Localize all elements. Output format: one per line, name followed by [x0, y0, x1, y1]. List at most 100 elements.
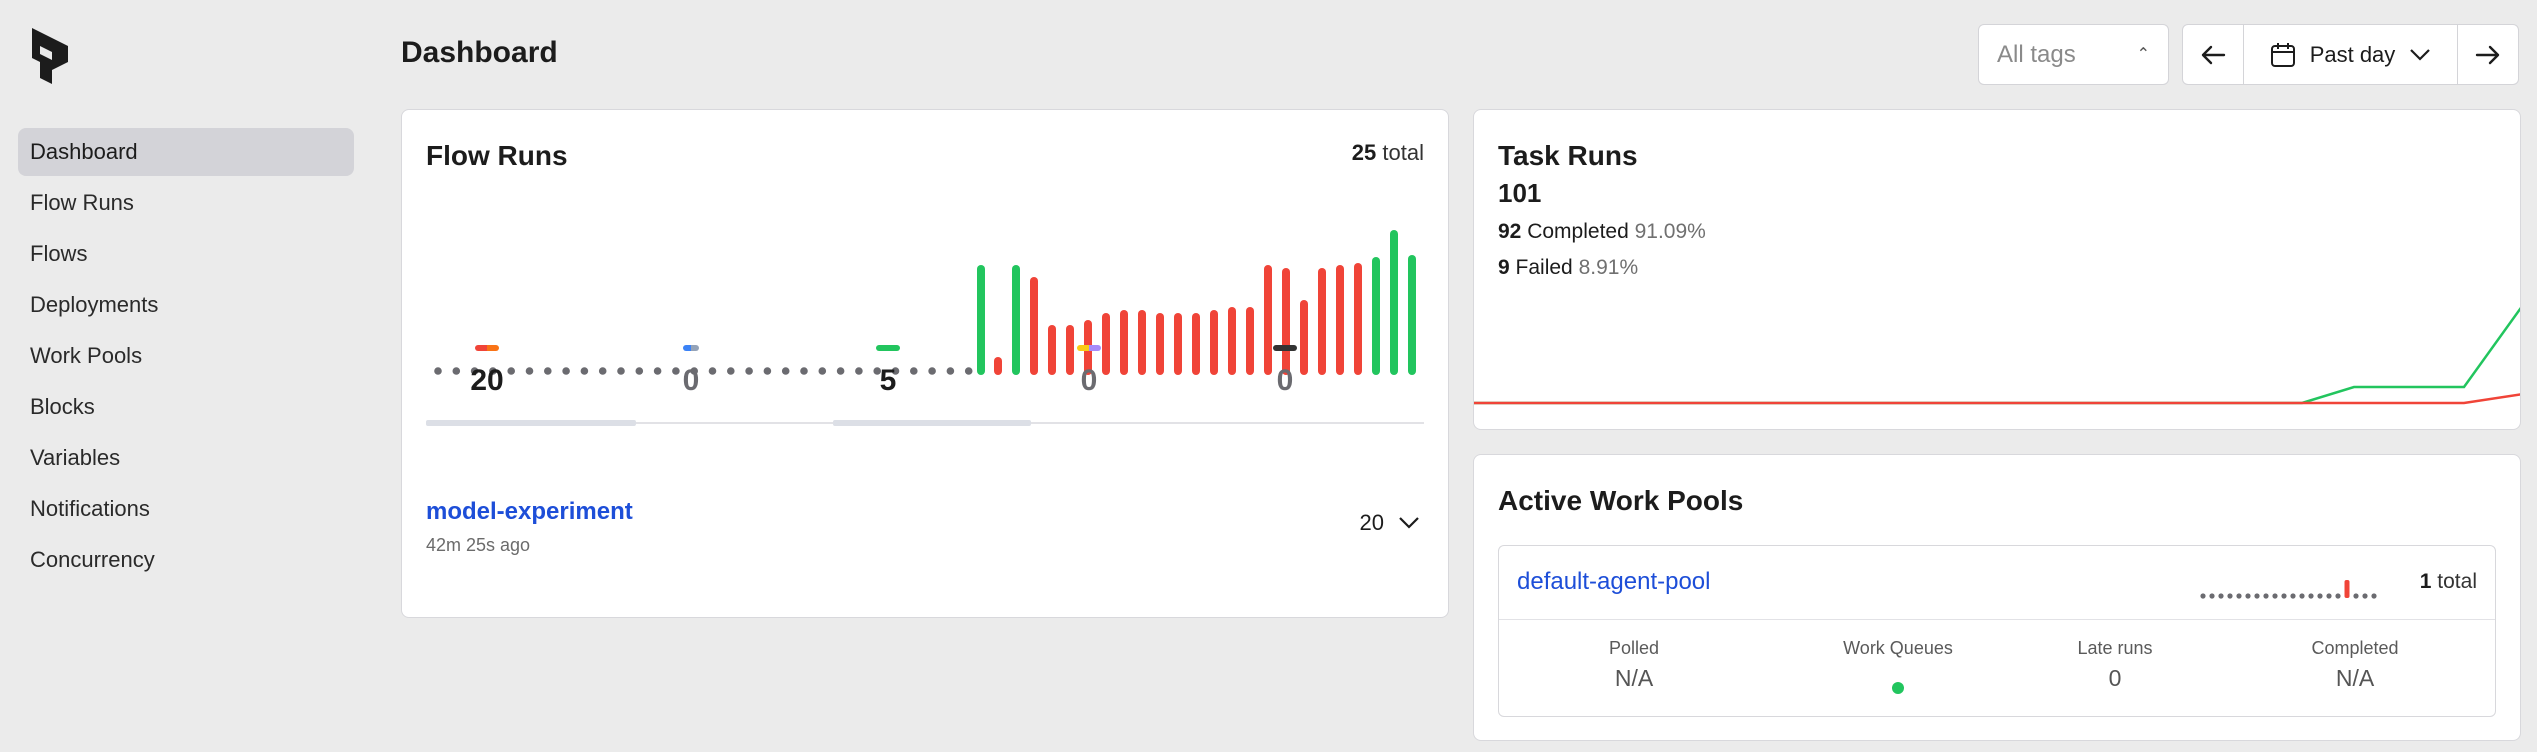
- task-runs-total: 101: [1498, 178, 1542, 208]
- completed-run-bar[interactable]: [1012, 265, 1020, 375]
- chevron-down-icon: [1399, 517, 1419, 529]
- stat-scheduled[interactable]: 0: [1049, 338, 1129, 398]
- empty-bucket-dot: [745, 367, 753, 375]
- stat-tab-indicator-failed: [426, 420, 636, 426]
- empty-bucket-dot: [818, 367, 827, 375]
- empty-bucket-dot: [781, 367, 790, 375]
- empty-bucket-dot: [544, 367, 552, 375]
- empty-bucket-dot: [2218, 593, 2224, 599]
- work-pool-total-label: total: [2437, 570, 2477, 593]
- completed-run-bar[interactable]: [1408, 255, 1416, 375]
- work-pools-title: Active Work Pools: [1498, 485, 1744, 516]
- page-title: Dashboard: [401, 36, 558, 69]
- failed-run-bar[interactable]: [1336, 265, 1344, 375]
- next-range-button[interactable]: [2458, 25, 2518, 84]
- empty-bucket-dot: [2299, 593, 2305, 599]
- empty-bucket-dot: [964, 367, 973, 375]
- date-range-select[interactable]: Past day: [2243, 25, 2458, 84]
- failed-run-bar[interactable]: [1174, 313, 1182, 375]
- stat-completed[interactable]: 5: [848, 338, 928, 398]
- completed-run-bar[interactable]: [977, 265, 985, 375]
- completed-percent: 91.09%: [1634, 220, 1706, 243]
- empty-bucket-dot: [2227, 593, 2233, 599]
- work-pool-sparkline: [2200, 580, 2377, 599]
- empty-bucket-dot: [2209, 593, 2215, 599]
- completed-run-bar[interactable]: [1390, 230, 1398, 375]
- empty-bucket-dot: [836, 367, 845, 375]
- failed-percent: 8.91%: [1578, 256, 1639, 279]
- pool-stat-polled-value: N/A: [1614, 665, 1654, 691]
- completed-count: 92: [1498, 220, 1522, 243]
- empty-bucket-dot: [2371, 593, 2377, 599]
- sidebar-item-blocks[interactable]: Blocks: [18, 383, 354, 431]
- stat-failed-pill: [475, 345, 499, 351]
- failed-series-line: [1474, 393, 2520, 405]
- late-run-bar: [2344, 580, 2350, 598]
- sidebar-item-variables[interactable]: Variables: [18, 434, 354, 482]
- chevron-down-icon: [2410, 48, 2431, 61]
- pool-stat-polled-label: Polled: [1608, 638, 1660, 658]
- failed-run-bar[interactable]: [1192, 313, 1200, 375]
- empty-bucket-dot: [946, 367, 955, 375]
- failed-run-bar[interactable]: [1156, 313, 1164, 375]
- pool-stat-work-queues-label: Work Queues: [1843, 638, 1953, 658]
- tags-select[interactable]: All tags ⌃: [1978, 24, 2169, 85]
- completed-label: Completed: [1527, 220, 1629, 243]
- empty-bucket-dot: [562, 367, 570, 375]
- arrow-left-icon: [2201, 45, 2226, 64]
- stat-scheduled-pill: [1077, 345, 1101, 351]
- previous-range-button[interactable]: [2183, 25, 2243, 84]
- work-pools-card: Active Work Pools default-agent-pool 1 t…: [1473, 454, 2521, 741]
- stat-failed[interactable]: 20: [447, 338, 527, 398]
- completed-run-bar[interactable]: [1372, 257, 1380, 375]
- pool-stat-late-runs-value: 0: [2108, 665, 2122, 691]
- sidebar-item-notifications[interactable]: Notifications: [18, 485, 354, 533]
- sidebar-item-concurrency[interactable]: Concurrency: [18, 536, 354, 584]
- empty-bucket-dot: [2353, 593, 2359, 599]
- failed-run-bar[interactable]: [1138, 310, 1146, 375]
- sidebar-item-flow-runs[interactable]: Flow Runs: [18, 179, 354, 227]
- task-runs-card: Task Runs 101 92 Completed 91.09% 9 Fail…: [1473, 109, 2521, 430]
- work-pool-link[interactable]: default-agent-pool: [1517, 568, 1710, 596]
- pool-stat-polled: Polled N/A: [1534, 638, 1734, 692]
- task-runs-failed: 9 Failed 8.91%: [1498, 256, 1638, 280]
- flow-runs-total-count: 25: [1351, 140, 1377, 165]
- stat-running[interactable]: 0: [651, 338, 731, 398]
- flow-run-count: 20: [1359, 510, 1384, 535]
- failed-run-bar[interactable]: [1210, 310, 1218, 375]
- failed-run-bar[interactable]: [1030, 277, 1038, 375]
- empty-bucket-dot: [2290, 593, 2296, 599]
- work-pool-total: 1 total: [2420, 570, 2477, 594]
- sidebar-item-dashboard[interactable]: Dashboard: [18, 128, 354, 176]
- arrow-right-icon: [2475, 45, 2500, 64]
- stat-cancelled[interactable]: 0: [1245, 338, 1325, 398]
- stat-running-count: 0: [682, 364, 700, 397]
- flow-runs-total: 25 total: [1352, 140, 1424, 166]
- pool-stat-completed: Completed N/A: [2255, 638, 2455, 692]
- flow-link-model-experiment[interactable]: model-experiment: [426, 498, 633, 526]
- empty-bucket-dot: [2272, 593, 2278, 599]
- empty-bucket-dot: [928, 367, 936, 375]
- sidebar-item-deployments[interactable]: Deployments: [18, 281, 354, 329]
- empty-bucket-dot: [635, 367, 644, 375]
- sidebar-item-work-pools[interactable]: Work Pools: [18, 332, 354, 380]
- empty-bucket-dot: [434, 367, 442, 375]
- empty-bucket-dot: [580, 367, 589, 375]
- prefect-logo: [32, 28, 68, 84]
- sidebar-nav: Dashboard Flow Runs Flows Deployments Wo…: [18, 128, 354, 587]
- failed-run-bar[interactable]: [1228, 307, 1236, 375]
- failed-run-bar[interactable]: [1354, 263, 1362, 375]
- pool-stat-late-runs: Late runs 0: [2015, 638, 2215, 692]
- pool-stat-late-runs-label: Late runs: [2077, 638, 2153, 658]
- pool-stat-completed-value: N/A: [2335, 665, 2375, 691]
- work-pool-total-count: 1: [2419, 570, 2432, 593]
- empty-bucket-dot: [2245, 593, 2251, 599]
- stat-running-pill: [683, 345, 699, 351]
- flow-run-count-toggle[interactable]: 20: [1360, 510, 1420, 536]
- failed-run-bar[interactable]: [994, 357, 1002, 375]
- empty-bucket-dot: [2335, 593, 2341, 599]
- failed-count: 9: [1498, 256, 1510, 279]
- sidebar-item-flows[interactable]: Flows: [18, 230, 354, 278]
- date-range-label: Past day: [2309, 41, 2396, 67]
- select-updown-icon: ⌃: [2136, 46, 2150, 63]
